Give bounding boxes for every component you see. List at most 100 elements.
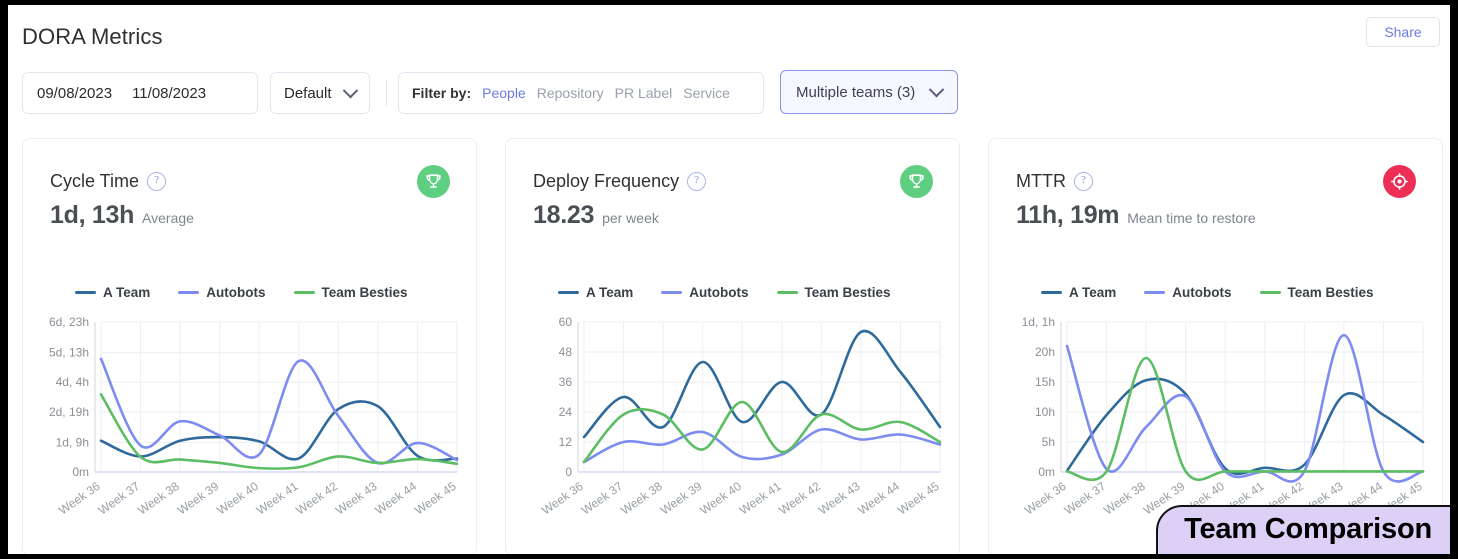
help-icon[interactable]: ? (1073, 172, 1093, 191)
svg-text:Week 38: Week 38 (135, 479, 182, 518)
svg-text:20h: 20h (1035, 345, 1055, 359)
line-chart: 0m 1d, 9h 2d, 19h 4d, 4h 5d, 13h 6d, 23h Week … (43, 314, 463, 544)
svg-text:5h: 5h (1042, 435, 1055, 449)
toolbar-divider (386, 81, 387, 106)
legend-label: A Team (586, 285, 634, 300)
legend-label: Team Besties (804, 285, 891, 300)
svg-text:Week 37: Week 37 (1062, 479, 1109, 518)
kpi-value: 11h, 19m (1016, 201, 1120, 229)
legend-item[interactable]: Autobots (178, 285, 266, 300)
legend-label: Autobots (206, 285, 266, 300)
filter-by-group: Filter by: People Repository PR Label Se… (398, 72, 764, 114)
svg-text:0: 0 (565, 465, 572, 479)
chart-legend: A Team Autobots Team Besties (558, 285, 891, 300)
svg-text:Week 45: Week 45 (895, 479, 942, 518)
line-chart: 0 12 24 36 48 60 Week 36 Week 37 Week 38 Week 39 W… (526, 314, 946, 544)
chart-legend: A Team Autobots Team Besties (1041, 285, 1374, 300)
help-icon[interactable]: ? (687, 172, 707, 191)
svg-text:1d, 9h: 1d, 9h (56, 435, 89, 449)
metric-card-grid: Cycle Time ? 1d, 13h Average A Team Auto… (8, 130, 1450, 554)
legend-swatch (1259, 291, 1281, 294)
svg-text:Week 41: Week 41 (254, 479, 301, 518)
metric-card-mttr: MTTR ? 11h, 19m Mean time to restore A T… (988, 138, 1443, 554)
kpi-block: 18.23 per week (533, 201, 659, 230)
kpi-unit: Mean time to restore (1127, 210, 1256, 226)
page-title: DORA Metrics (22, 24, 163, 49)
date-range-picker[interactable]: 09/08/2023 11/08/2023 (22, 72, 258, 114)
svg-text:Week 45: Week 45 (412, 479, 459, 518)
card-title: Deploy Frequency (533, 171, 680, 191)
svg-text:Week 36: Week 36 (539, 479, 586, 518)
kpi-value: 1d, 13h (50, 201, 135, 229)
chart-legend: A Team Autobots Team Besties (75, 285, 408, 300)
target-icon (1383, 165, 1416, 198)
svg-text:Week 39: Week 39 (658, 479, 705, 518)
filter-by-label: Filter by: (412, 85, 472, 101)
svg-text:Week 42: Week 42 (776, 479, 823, 518)
preset-dropdown[interactable]: Default (270, 72, 370, 114)
card-header: Cycle Time ? (50, 171, 167, 192)
help-icon[interactable]: ? (147, 172, 167, 191)
svg-text:Week 38: Week 38 (618, 479, 665, 518)
chevron-down-icon (342, 82, 359, 98)
share-button[interactable]: Share (1366, 17, 1440, 47)
card-header: Deploy Frequency ? (533, 171, 707, 192)
svg-text:5d, 13h: 5d, 13h (49, 346, 89, 360)
legend-item[interactable]: Autobots (1144, 285, 1232, 300)
svg-text:Week 36: Week 36 (56, 479, 103, 518)
legend-swatch (178, 291, 200, 294)
legend-item[interactable]: Autobots (661, 285, 749, 300)
teams-label: Multiple teams (3) (796, 83, 916, 101)
filter-option-pr-label[interactable]: PR Label (615, 85, 673, 101)
svg-text:Week 43: Week 43 (333, 479, 380, 518)
filter-option-people[interactable]: People (482, 85, 526, 101)
team-comparison-callout: Team Comparison (1156, 505, 1450, 554)
legend-item[interactable]: Team Besties (293, 285, 408, 300)
teams-dropdown[interactable]: Multiple teams (3) (780, 70, 958, 114)
app-window: DORA Metrics Share 09/08/2023 11/08/2023… (8, 5, 1450, 554)
header-bar: DORA Metrics Share (8, 5, 1450, 65)
team-comparison-callout-label: Team Comparison (1184, 513, 1432, 545)
legend-item[interactable]: A Team (75, 285, 150, 300)
legend-swatch (776, 291, 798, 294)
legend-item[interactable]: Team Besties (776, 285, 891, 300)
svg-text:Week 43: Week 43 (816, 479, 863, 518)
card-title: Cycle Time (50, 171, 140, 191)
svg-text:10h: 10h (1035, 405, 1055, 419)
date-to-value[interactable]: 11/08/2023 (132, 85, 206, 102)
legend-swatch (293, 291, 315, 294)
svg-text:4d, 4h: 4d, 4h (56, 375, 89, 389)
legend-label: A Team (103, 285, 151, 300)
svg-text:12: 12 (559, 435, 573, 449)
svg-text:6d, 23h: 6d, 23h (49, 315, 89, 329)
chevron-down-icon (928, 81, 945, 97)
svg-text:Week 44: Week 44 (372, 479, 419, 518)
legend-item[interactable]: A Team (1041, 285, 1116, 300)
svg-text:Week 40: Week 40 (214, 479, 261, 518)
legend-label: Autobots (689, 285, 749, 300)
legend-label: Team Besties (321, 285, 408, 300)
svg-text:Week 40: Week 40 (697, 479, 744, 518)
svg-text:Week 37: Week 37 (96, 479, 143, 518)
svg-text:Week 41: Week 41 (737, 479, 784, 518)
legend-swatch (661, 291, 683, 294)
svg-text:15h: 15h (1035, 375, 1055, 389)
svg-text:Week 36: Week 36 (1022, 479, 1069, 518)
filter-option-repository[interactable]: Repository (537, 85, 604, 101)
svg-text:Week 39: Week 39 (175, 479, 222, 518)
legend-label: A Team (1069, 285, 1117, 300)
legend-item[interactable]: Team Besties (1259, 285, 1374, 300)
svg-text:Week 37: Week 37 (579, 479, 626, 518)
filter-option-service[interactable]: Service (683, 85, 730, 101)
kpi-block: 11h, 19m Mean time to restore (1016, 201, 1256, 230)
kpi-value: 18.23 (533, 201, 595, 229)
svg-text:Week 42: Week 42 (293, 479, 340, 518)
date-from-value[interactable]: 09/08/2023 (37, 85, 112, 102)
trophy-icon (900, 165, 933, 198)
legend-swatch (75, 291, 96, 294)
legend-item[interactable]: A Team (558, 285, 633, 300)
svg-text:Week 38: Week 38 (1101, 479, 1148, 518)
svg-text:2d, 19h: 2d, 19h (49, 405, 89, 419)
preset-label: Default (284, 84, 332, 102)
legend-label: Team Besties (1287, 285, 1374, 300)
